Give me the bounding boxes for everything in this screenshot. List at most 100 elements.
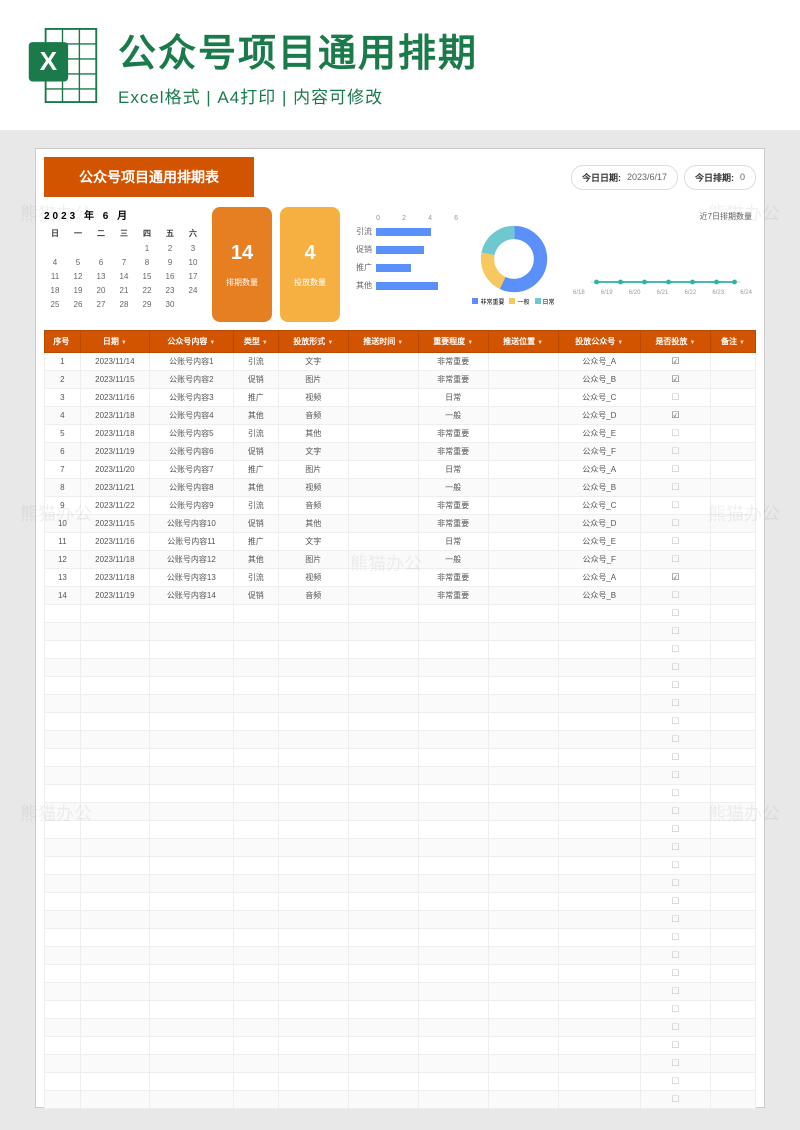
cell[interactable] <box>45 947 81 965</box>
cell[interactable] <box>149 785 233 803</box>
table-row[interactable] <box>45 623 756 641</box>
cell[interactable] <box>418 1055 488 1073</box>
cell[interactable] <box>278 1001 348 1019</box>
cell[interactable] <box>710 695 755 713</box>
cell[interactable] <box>348 1073 418 1091</box>
cell[interactable] <box>558 1037 640 1055</box>
cell[interactable] <box>278 965 348 983</box>
cell[interactable]: 公账号内容14 <box>149 587 233 605</box>
cell[interactable] <box>348 587 418 605</box>
cell[interactable] <box>640 929 710 947</box>
cell[interactable] <box>488 929 558 947</box>
cell[interactable] <box>45 821 81 839</box>
cell[interactable] <box>710 803 755 821</box>
cell[interactable] <box>710 497 755 515</box>
cell[interactable]: 公众号_D <box>558 407 640 425</box>
cell[interactable] <box>45 1091 81 1109</box>
table-row[interactable]: 132023/11/18公账号内容13引流视频非常重要公众号_A <box>45 569 756 587</box>
column-header[interactable]: 是否投放 <box>640 331 710 353</box>
cell[interactable] <box>348 389 418 407</box>
cell[interactable] <box>45 857 81 875</box>
cell[interactable] <box>80 749 149 767</box>
cell[interactable] <box>488 1037 558 1055</box>
table-row[interactable] <box>45 947 756 965</box>
cell[interactable] <box>710 605 755 623</box>
cell[interactable] <box>488 983 558 1001</box>
cell[interactable] <box>80 821 149 839</box>
cell[interactable] <box>348 929 418 947</box>
cell[interactable] <box>80 1091 149 1109</box>
cell[interactable] <box>45 839 81 857</box>
cell[interactable] <box>418 605 488 623</box>
cell[interactable] <box>558 641 640 659</box>
cell[interactable] <box>640 785 710 803</box>
cell[interactable] <box>233 965 278 983</box>
cell[interactable] <box>348 857 418 875</box>
checkbox-cell[interactable] <box>640 461 710 479</box>
cal-day[interactable]: 20 <box>90 284 112 297</box>
cal-day[interactable]: 3 <box>182 242 204 255</box>
cell[interactable] <box>710 443 755 461</box>
cal-day[interactable]: 2 <box>159 242 181 255</box>
cal-day[interactable] <box>90 242 112 255</box>
cell[interactable]: 8 <box>45 479 81 497</box>
cell[interactable] <box>149 929 233 947</box>
table-row[interactable] <box>45 857 756 875</box>
cell[interactable]: 公众号_C <box>558 389 640 407</box>
table-row[interactable]: 52023/11/18公账号内容5引流其他非常重要公众号_E <box>45 425 756 443</box>
cell[interactable] <box>640 677 710 695</box>
cell[interactable]: 公众号_A <box>558 461 640 479</box>
cell[interactable]: 引流 <box>233 353 278 371</box>
cal-day[interactable] <box>44 242 66 255</box>
cell[interactable] <box>80 983 149 1001</box>
cell[interactable] <box>80 695 149 713</box>
cell[interactable] <box>710 1091 755 1109</box>
cal-day[interactable]: 10 <box>182 256 204 269</box>
cell[interactable] <box>149 767 233 785</box>
cal-day[interactable]: 29 <box>136 298 158 311</box>
cell[interactable] <box>640 911 710 929</box>
cell[interactable] <box>149 1037 233 1055</box>
column-header[interactable]: 序号 <box>45 331 81 353</box>
cell[interactable] <box>558 857 640 875</box>
cell[interactable] <box>558 695 640 713</box>
cell[interactable]: 2023/11/14 <box>80 353 149 371</box>
cell[interactable]: 公众号_D <box>558 515 640 533</box>
cell[interactable]: 11 <box>45 533 81 551</box>
cell[interactable] <box>348 947 418 965</box>
cell[interactable]: 其他 <box>278 515 348 533</box>
cell[interactable] <box>558 1001 640 1019</box>
cell[interactable] <box>278 1055 348 1073</box>
cell[interactable] <box>149 983 233 1001</box>
table-row[interactable] <box>45 911 756 929</box>
cell[interactable] <box>149 821 233 839</box>
cell[interactable] <box>710 677 755 695</box>
cell[interactable] <box>710 623 755 641</box>
cell[interactable] <box>233 1037 278 1055</box>
cell[interactable] <box>348 1019 418 1037</box>
cell[interactable]: 一般 <box>418 407 488 425</box>
cell[interactable]: 其他 <box>233 479 278 497</box>
cell[interactable] <box>348 371 418 389</box>
cell[interactable] <box>348 479 418 497</box>
cell[interactable] <box>80 605 149 623</box>
cell[interactable] <box>348 1091 418 1109</box>
cell[interactable] <box>710 389 755 407</box>
cal-day[interactable]: 30 <box>159 298 181 311</box>
cell[interactable]: 非常重要 <box>418 515 488 533</box>
cell[interactable] <box>418 875 488 893</box>
cell[interactable] <box>233 929 278 947</box>
cell[interactable] <box>418 1019 488 1037</box>
cell[interactable] <box>488 425 558 443</box>
cell[interactable] <box>710 731 755 749</box>
cell[interactable] <box>640 947 710 965</box>
cell[interactable] <box>278 911 348 929</box>
cell[interactable] <box>418 983 488 1001</box>
cell[interactable] <box>149 623 233 641</box>
table-row[interactable] <box>45 821 756 839</box>
cell[interactable] <box>348 641 418 659</box>
cell[interactable] <box>278 1091 348 1109</box>
cell[interactable] <box>233 803 278 821</box>
checkbox-cell[interactable] <box>640 479 710 497</box>
cell[interactable] <box>348 353 418 371</box>
